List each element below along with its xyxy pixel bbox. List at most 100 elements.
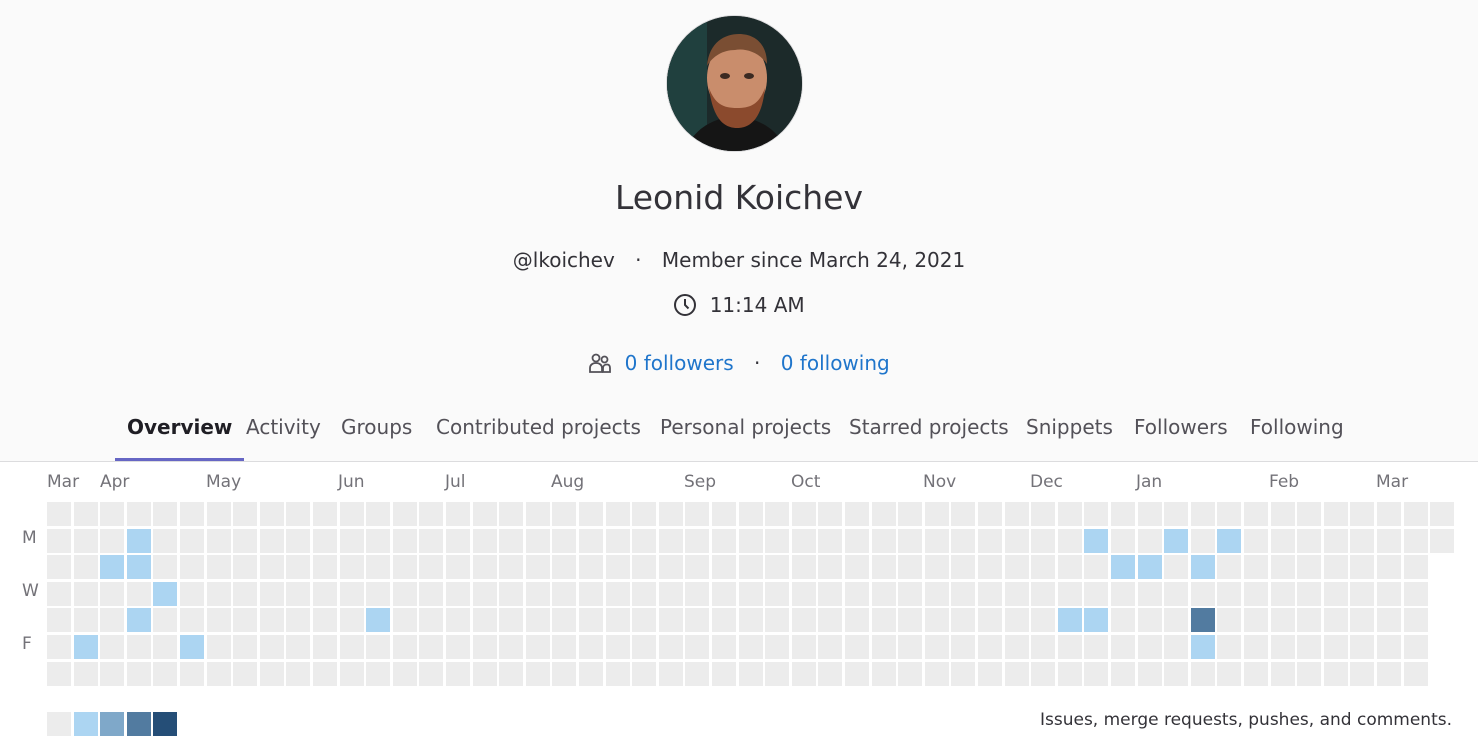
calendar-day-cell[interactable] — [1271, 529, 1295, 553]
calendar-day-cell[interactable] — [1005, 582, 1029, 606]
calendar-day-cell[interactable] — [1324, 582, 1348, 606]
calendar-day-cell[interactable] — [1138, 635, 1162, 659]
calendar-day-cell[interactable] — [712, 608, 736, 632]
calendar-day-cell[interactable] — [925, 608, 949, 632]
calendar-day-cell[interactable] — [366, 529, 390, 553]
calendar-day-cell[interactable] — [792, 662, 816, 686]
calendar-day-cell[interactable] — [260, 529, 284, 553]
calendar-day-cell[interactable] — [1164, 635, 1188, 659]
calendar-day-cell[interactable] — [606, 502, 630, 526]
calendar-day-cell[interactable] — [1084, 529, 1108, 553]
calendar-day-cell[interactable] — [1404, 608, 1428, 632]
calendar-day-cell[interactable] — [233, 555, 257, 579]
calendar-day-cell[interactable] — [1404, 529, 1428, 553]
calendar-day-cell[interactable] — [340, 502, 364, 526]
calendar-day-cell[interactable] — [632, 635, 656, 659]
calendar-day-cell[interactable] — [446, 662, 470, 686]
calendar-day-cell[interactable] — [606, 635, 630, 659]
calendar-day-cell[interactable] — [792, 635, 816, 659]
calendar-day-cell[interactable] — [286, 608, 310, 632]
calendar-day-cell[interactable] — [792, 608, 816, 632]
calendar-day-cell[interactable] — [1191, 608, 1215, 632]
calendar-day-cell[interactable] — [579, 502, 603, 526]
calendar-day-cell[interactable] — [1084, 608, 1108, 632]
calendar-day-cell[interactable] — [233, 582, 257, 606]
calendar-day-cell[interactable] — [739, 608, 763, 632]
calendar-day-cell[interactable] — [1217, 582, 1241, 606]
calendar-day-cell[interactable] — [659, 529, 683, 553]
calendar-day-cell[interactable] — [473, 608, 497, 632]
calendar-day-cell[interactable] — [818, 662, 842, 686]
calendar-day-cell[interactable] — [1297, 502, 1321, 526]
calendar-day-cell[interactable] — [180, 502, 204, 526]
calendar-day-cell[interactable] — [1138, 502, 1162, 526]
calendar-day-cell[interactable] — [765, 555, 789, 579]
calendar-day-cell[interactable] — [1111, 555, 1135, 579]
calendar-day-cell[interactable] — [951, 529, 975, 553]
calendar-day-cell[interactable] — [446, 635, 470, 659]
calendar-day-cell[interactable] — [473, 529, 497, 553]
calendar-day-cell[interactable] — [1271, 582, 1295, 606]
calendar-day-cell[interactable] — [1031, 502, 1055, 526]
calendar-day-cell[interactable] — [1164, 662, 1188, 686]
tab-followers[interactable]: Followers — [1134, 405, 1228, 461]
calendar-day-cell[interactable] — [366, 502, 390, 526]
calendar-day-cell[interactable] — [1377, 662, 1401, 686]
calendar-day-cell[interactable] — [552, 502, 576, 526]
calendar-day-cell[interactable] — [286, 555, 310, 579]
calendar-day-cell[interactable] — [739, 555, 763, 579]
calendar-day-cell[interactable] — [1377, 608, 1401, 632]
calendar-day-cell[interactable] — [1271, 608, 1295, 632]
calendar-day-cell[interactable] — [1350, 555, 1374, 579]
calendar-day-cell[interactable] — [419, 662, 443, 686]
calendar-day-cell[interactable] — [313, 555, 337, 579]
calendar-day-cell[interactable] — [685, 529, 709, 553]
calendar-day-cell[interactable] — [1111, 582, 1135, 606]
calendar-day-cell[interactable] — [685, 555, 709, 579]
calendar-day-cell[interactable] — [1005, 555, 1029, 579]
calendar-day-cell[interactable] — [1164, 555, 1188, 579]
calendar-day-cell[interactable] — [845, 662, 869, 686]
calendar-day-cell[interactable] — [286, 502, 310, 526]
calendar-day-cell[interactable] — [552, 529, 576, 553]
calendar-day-cell[interactable] — [499, 582, 523, 606]
calendar-day-cell[interactable] — [1350, 529, 1374, 553]
calendar-day-cell[interactable] — [499, 555, 523, 579]
calendar-day-cell[interactable] — [1324, 662, 1348, 686]
calendar-day-cell[interactable] — [579, 635, 603, 659]
calendar-day-cell[interactable] — [925, 555, 949, 579]
calendar-day-cell[interactable] — [1244, 662, 1268, 686]
calendar-day-cell[interactable] — [872, 582, 896, 606]
calendar-day-cell[interactable] — [1058, 502, 1082, 526]
calendar-day-cell[interactable] — [47, 608, 71, 632]
calendar-day-cell[interactable] — [1404, 582, 1428, 606]
calendar-day-cell[interactable] — [898, 529, 922, 553]
tab-following[interactable]: Following — [1250, 405, 1344, 461]
calendar-day-cell[interactable] — [1058, 662, 1082, 686]
calendar-day-cell[interactable] — [180, 662, 204, 686]
calendar-day-cell[interactable] — [1005, 662, 1029, 686]
calendar-day-cell[interactable] — [1404, 555, 1428, 579]
calendar-day-cell[interactable] — [978, 529, 1002, 553]
calendar-day-cell[interactable] — [233, 608, 257, 632]
calendar-day-cell[interactable] — [712, 582, 736, 606]
calendar-day-cell[interactable] — [1031, 662, 1055, 686]
calendar-day-cell[interactable] — [207, 502, 231, 526]
calendar-day-cell[interactable] — [1084, 582, 1108, 606]
calendar-day-cell[interactable] — [1031, 529, 1055, 553]
calendar-day-cell[interactable] — [100, 662, 124, 686]
calendar-day-cell[interactable] — [1324, 635, 1348, 659]
calendar-day-cell[interactable] — [818, 608, 842, 632]
calendar-day-cell[interactable] — [153, 582, 177, 606]
calendar-day-cell[interactable] — [286, 582, 310, 606]
calendar-day-cell[interactable] — [499, 635, 523, 659]
calendar-day-cell[interactable] — [74, 635, 98, 659]
calendar-day-cell[interactable] — [818, 555, 842, 579]
followers-link[interactable]: 0 followers — [625, 351, 734, 375]
calendar-day-cell[interactable] — [393, 582, 417, 606]
calendar-day-cell[interactable] — [845, 635, 869, 659]
calendar-day-cell[interactable] — [127, 608, 151, 632]
calendar-day-cell[interactable] — [207, 555, 231, 579]
calendar-day-cell[interactable] — [845, 555, 869, 579]
calendar-day-cell[interactable] — [1084, 662, 1108, 686]
